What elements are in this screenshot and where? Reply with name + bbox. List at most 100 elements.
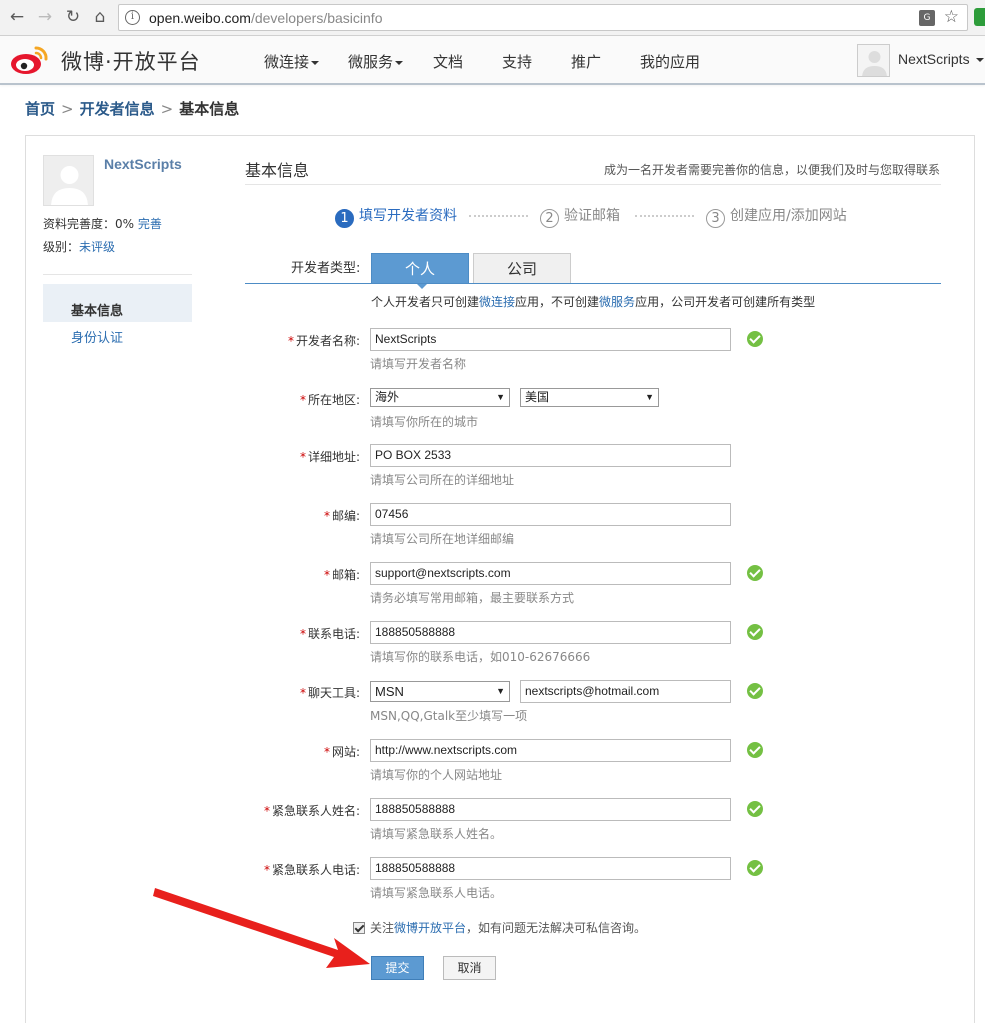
email-hint: 请务必填写常用邮箱，最主要联系方式	[370, 591, 575, 605]
extension-icon[interactable]	[974, 8, 985, 26]
follow-suffix: ，如有问题无法解决可私信咨询。	[466, 921, 647, 935]
website-hint: 请填写你的个人网站地址	[370, 768, 503, 782]
back-icon[interactable]: ←	[6, 6, 28, 28]
menu-label: 微服务	[348, 53, 394, 71]
required-mark: *	[287, 334, 294, 348]
weilianjie-link[interactable]: 微连接	[479, 295, 515, 309]
home-icon[interactable]: ⌂	[89, 6, 111, 28]
emergency-phone-hint: 请填写紧急联系人电话。	[370, 886, 503, 900]
region-label: * 所在地区:	[300, 391, 360, 408]
label-text: 聊天工具:	[307, 686, 360, 700]
url-text: open.weibo.com/developers/basicinfo	[149, 10, 382, 26]
page-note: 成为一名开发者需要完善你的信息，以便我们及时与您取得联系	[603, 163, 940, 177]
breadcrumb-home[interactable]: 首页	[25, 100, 55, 118]
zip-input[interactable]: 07456	[370, 503, 731, 526]
hint-text: 个人开发者只可创建	[371, 295, 480, 309]
step-label: 验证邮箱	[564, 208, 620, 224]
breadcrumb-separator: >	[160, 100, 174, 118]
breadcrumb-current: 基本信息	[179, 100, 240, 118]
address-input[interactable]: PO BOX 2533	[370, 444, 731, 467]
user-menu[interactable]: NextScripts	[898, 51, 984, 67]
breadcrumb-dev-info[interactable]: 开发者信息	[80, 100, 155, 118]
required-mark: *	[263, 863, 270, 877]
emergency-name-input[interactable]: 188850588888	[370, 798, 731, 821]
name-label: * 开发者名称:	[288, 332, 360, 349]
dropdown-arrow-icon: ▼	[496, 686, 505, 696]
step-create-app: 3 创建应用/添加网站	[706, 205, 847, 228]
translate-icon[interactable]: G	[919, 10, 935, 26]
email-label: * 邮箱:	[324, 566, 360, 583]
step-connector	[635, 215, 694, 217]
weifuwu-link[interactable]: 微服务	[599, 295, 635, 309]
menu-support[interactable]: 支持	[502, 51, 532, 72]
phone-input[interactable]: 188850588888	[370, 621, 731, 644]
tab-personal[interactable]: 个人	[371, 253, 469, 289]
menu-weilianjie[interactable]: 微连接	[264, 51, 320, 72]
default-avatar-icon	[51, 166, 88, 205]
valid-check-icon	[747, 565, 763, 581]
cancel-button[interactable]: 取消	[443, 956, 496, 980]
info-icon[interactable]: i	[125, 10, 140, 25]
label-text: 邮箱:	[331, 568, 360, 582]
menu-weifuwu[interactable]: 微服务	[348, 51, 404, 72]
user-avatar[interactable]	[857, 44, 890, 77]
hint-text: 应用，公司开发者可创建所有类型	[635, 295, 816, 309]
developer-name-input[interactable]: NextScripts	[370, 328, 731, 351]
im-account-input[interactable]: nextscripts@hotmail.com	[520, 680, 731, 703]
tab-company[interactable]: 公司	[473, 253, 571, 284]
follow-row: 关注微博开放平台，如有问题无法解决可私信咨询。	[353, 919, 646, 936]
menu-promotion[interactable]: 推广	[571, 51, 601, 72]
sidebar-divider	[43, 274, 192, 275]
valid-check-icon	[747, 801, 763, 817]
label-text: 详细地址:	[307, 450, 360, 464]
region-country-select[interactable]: 海外 ▼	[370, 388, 510, 407]
website-input[interactable]: http://www.nextscripts.com	[370, 739, 731, 762]
menu-my-apps[interactable]: 我的应用	[640, 51, 700, 72]
valid-check-icon	[747, 624, 763, 640]
menu-docs[interactable]: 文档	[433, 51, 463, 72]
chevron-down-icon	[395, 60, 404, 65]
step-number: 1	[335, 209, 354, 228]
im-tool-select[interactable]: MSN ▼	[370, 681, 510, 702]
valid-check-icon	[747, 742, 763, 758]
profile-avatar[interactable]	[43, 155, 94, 206]
emergency-phone-input[interactable]: 188850588888	[370, 857, 731, 880]
chevron-down-icon	[975, 58, 984, 63]
reload-icon[interactable]: ↻	[62, 6, 84, 28]
im-hint: MSN,QQ,Gtalk至少填写一项	[370, 709, 528, 723]
emergency-name-hint: 请填写紧急联系人姓名。	[370, 827, 503, 841]
profile-name[interactable]: NextScripts	[104, 156, 182, 172]
complete-profile-link[interactable]: 完善	[138, 217, 162, 231]
site-header: 微博·开放平台 微连接 微服务 文档 支持 推广 我的应用 NextScript…	[0, 36, 985, 85]
address-bar[interactable]: i open.weibo.com/developers/basicinfo G …	[118, 4, 968, 31]
email-input[interactable]: support@nextscripts.com	[370, 562, 731, 585]
header-divider	[245, 184, 941, 185]
url-path: /developers/basicinfo	[250, 10, 383, 26]
forward-icon[interactable]: →	[34, 6, 56, 28]
select-value: 美国	[525, 390, 550, 404]
emergency-name-label: * 紧急联系人姓名:	[264, 802, 360, 819]
profile-completion: 资料完善度：0% 完善	[43, 215, 162, 232]
label-text: 紧急联系人姓名:	[271, 804, 360, 818]
required-mark: *	[299, 627, 306, 641]
label-text: 紧急联系人电话:	[271, 863, 360, 877]
step-number: 2	[540, 209, 559, 228]
address-label: * 详细地址:	[300, 448, 360, 465]
sidebar-item-basic-info[interactable]: 基本信息	[43, 284, 192, 322]
weibo-open-platform-link[interactable]: 微博开放平台	[394, 921, 466, 935]
hint-text: 应用，不可创建	[515, 295, 600, 309]
label-text: 网站:	[331, 745, 360, 759]
bookmark-star-icon[interactable]: ☆	[944, 7, 959, 27]
level-value-link[interactable]: 未评级	[79, 240, 115, 254]
breadcrumb: 首页 > 开发者信息 > 基本信息	[25, 98, 239, 119]
developer-type-label: 开发者类型:	[291, 261, 361, 276]
default-avatar-icon	[862, 51, 887, 76]
weibo-logo-icon[interactable]	[9, 44, 49, 76]
page-title: 基本信息	[245, 161, 310, 180]
label-text: 邮编:	[331, 509, 360, 523]
sidebar-item-identity[interactable]: 身份认证	[71, 327, 123, 346]
phone-hint: 请填写你的联系电话，如010-62676666	[370, 650, 591, 664]
region-sub-select[interactable]: 美国 ▼	[520, 388, 659, 407]
required-mark: *	[323, 568, 330, 582]
logo-text[interactable]: 微博·开放平台	[61, 46, 201, 76]
